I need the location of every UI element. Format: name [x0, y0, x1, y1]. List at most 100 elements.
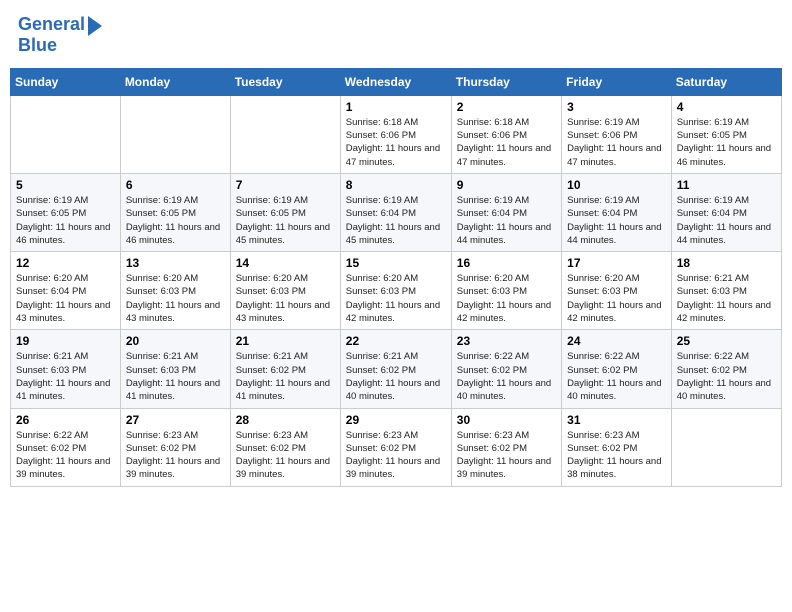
day-number: 30: [457, 413, 556, 427]
calendar-cell: 15Sunrise: 6:20 AMSunset: 6:03 PMDayligh…: [340, 252, 451, 330]
day-number: 16: [457, 256, 556, 270]
calendar-cell: 29Sunrise: 6:23 AMSunset: 6:02 PMDayligh…: [340, 408, 451, 486]
day-info: Sunrise: 6:19 AMSunset: 6:04 PMDaylight:…: [567, 194, 666, 247]
day-info: Sunrise: 6:19 AMSunset: 6:05 PMDaylight:…: [677, 116, 776, 169]
calendar-cell: 14 Sunrise: 6:20 AMSunset: 6:03 PMDayligh…: [230, 252, 340, 330]
day-number: 25: [677, 334, 776, 348]
day-number: 26: [16, 413, 115, 427]
calendar-cell: [11, 95, 121, 173]
day-info: Sunrise: 6:23 AMSunset: 6:02 PMDaylight:…: [567, 429, 666, 482]
day-info: Sunrise: 6:22 AMSunset: 6:02 PMDaylight:…: [567, 350, 666, 403]
calendar-cell: 4Sunrise: 6:19 AMSunset: 6:05 PMDaylight…: [671, 95, 781, 173]
day-number: 3: [567, 100, 666, 114]
day-number: 19: [16, 334, 115, 348]
calendar-cell: 2 Sunrise: 6:18 AMSunset: 6:06 PMDaylight…: [451, 95, 561, 173]
calendar-cell: 25 Sunrise: 6:22 AMSunset: 6:02 PMDayligh…: [671, 330, 781, 408]
calendar-cell: 19 Sunrise: 6:21 AMSunset: 6:03 PMDayligh…: [11, 330, 121, 408]
logo: General Blue: [18, 14, 102, 56]
weekday-header-wednesday: Wednesday: [340, 68, 451, 95]
calendar-week-row: 5 Sunrise: 6:19 AMSunset: 6:05 PMDaylight…: [11, 173, 782, 251]
day-number: 7: [236, 178, 335, 192]
day-info: Sunrise: 6:22 AMSunset: 6:02 PMDaylight:…: [457, 350, 556, 403]
day-number: 18: [677, 256, 776, 270]
day-number: 27: [126, 413, 225, 427]
day-info: Sunrise: 6:19 AMSunset: 6:04 PMDaylight:…: [677, 194, 776, 247]
calendar-week-row: 12 Sunrise: 6:20 AMSunset: 6:04 PMDayligh…: [11, 252, 782, 330]
day-info: Sunrise: 6:18 AMSunset: 6:06 PMDaylight:…: [457, 116, 556, 169]
calendar-cell: 16Sunrise: 6:20 AMSunset: 6:03 PMDayligh…: [451, 252, 561, 330]
calendar-cell: 12 Sunrise: 6:20 AMSunset: 6:04 PMDayligh…: [11, 252, 121, 330]
day-info: Sunrise: 6:19 AMSunset: 6:05 PMDaylight:…: [236, 194, 335, 247]
day-number: 31: [567, 413, 666, 427]
calendar-cell: 24 Sunrise: 6:22 AMSunset: 6:02 PMDayligh…: [562, 330, 672, 408]
day-number: 10: [567, 178, 666, 192]
calendar-cell: 18 Sunrise: 6:21 AMSunset: 6:03 PMDayligh…: [671, 252, 781, 330]
day-info: Sunrise: 6:22 AMSunset: 6:02 PMDaylight:…: [16, 429, 115, 482]
day-info: Sunrise: 6:21 AMSunset: 6:03 PMDaylight:…: [126, 350, 225, 403]
day-number: 20: [126, 334, 225, 348]
calendar-cell: 31 Sunrise: 6:23 AMSunset: 6:02 PMDayligh…: [562, 408, 672, 486]
day-number: 2: [457, 100, 556, 114]
day-number: 8: [346, 178, 446, 192]
day-info: Sunrise: 6:21 AMSunset: 6:03 PMDaylight:…: [677, 272, 776, 325]
weekday-header-thursday: Thursday: [451, 68, 561, 95]
weekday-header-sunday: Sunday: [11, 68, 121, 95]
calendar-cell: 21 Sunrise: 6:21 AMSunset: 6:02 PMDayligh…: [230, 330, 340, 408]
day-info: Sunrise: 6:19 AMSunset: 6:06 PMDaylight:…: [567, 116, 666, 169]
day-number: 21: [236, 334, 335, 348]
calendar-cell: 3 Sunrise: 6:19 AMSunset: 6:06 PMDaylight…: [562, 95, 672, 173]
day-number: 17: [567, 256, 666, 270]
calendar-week-row: 1 Sunrise: 6:18 AMSunset: 6:06 PMDaylight…: [11, 95, 782, 173]
logo-text-line1: General: [18, 15, 85, 35]
calendar-cell: 23 Sunrise: 6:22 AMSunset: 6:02 PMDayligh…: [451, 330, 561, 408]
calendar-cell: [230, 95, 340, 173]
calendar-cell: 5 Sunrise: 6:19 AMSunset: 6:05 PMDaylight…: [11, 173, 121, 251]
day-info: Sunrise: 6:19 AMSunset: 6:05 PMDaylight:…: [16, 194, 115, 247]
calendar-cell: 22 Sunrise: 6:21 AMSunset: 6:02 PMDayligh…: [340, 330, 451, 408]
calendar-cell: 26 Sunrise: 6:22 AMSunset: 6:02 PMDayligh…: [11, 408, 121, 486]
day-number: 23: [457, 334, 556, 348]
day-number: 28: [236, 413, 335, 427]
day-info: Sunrise: 6:21 AMSunset: 6:02 PMDaylight:…: [236, 350, 335, 403]
day-info: Sunrise: 6:21 AMSunset: 6:03 PMDaylight:…: [16, 350, 115, 403]
calendar-table: SundayMondayTuesdayWednesdayThursdayFrid…: [10, 68, 782, 487]
calendar-week-row: 26 Sunrise: 6:22 AMSunset: 6:02 PMDayligh…: [11, 408, 782, 486]
day-number: 5: [16, 178, 115, 192]
day-number: 1: [346, 100, 446, 114]
calendar-cell: [671, 408, 781, 486]
calendar-cell: 20 Sunrise: 6:21 AMSunset: 6:03 PMDayligh…: [120, 330, 230, 408]
calendar-week-row: 19 Sunrise: 6:21 AMSunset: 6:03 PMDayligh…: [11, 330, 782, 408]
calendar-cell: 27 Sunrise: 6:23 AMSunset: 6:02 PMDayligh…: [120, 408, 230, 486]
calendar-cell: 7 Sunrise: 6:19 AMSunset: 6:05 PMDaylight…: [230, 173, 340, 251]
day-info: Sunrise: 6:20 AMSunset: 6:03 PMDaylight:…: [236, 272, 335, 325]
calendar-cell: 28 Sunrise: 6:23 AMSunset: 6:02 PMDayligh…: [230, 408, 340, 486]
weekday-header-row: SundayMondayTuesdayWednesdayThursdayFrid…: [11, 68, 782, 95]
day-number: 13: [126, 256, 225, 270]
day-number: 6: [126, 178, 225, 192]
calendar-cell: 9Sunrise: 6:19 AMSunset: 6:04 PMDaylight…: [451, 173, 561, 251]
calendar-cell: 1 Sunrise: 6:18 AMSunset: 6:06 PMDaylight…: [340, 95, 451, 173]
day-number: 29: [346, 413, 446, 427]
calendar-cell: 8Sunrise: 6:19 AMSunset: 6:04 PMDaylight…: [340, 173, 451, 251]
day-number: 22: [346, 334, 446, 348]
day-info: Sunrise: 6:20 AMSunset: 6:04 PMDaylight:…: [16, 272, 115, 325]
weekday-header-friday: Friday: [562, 68, 672, 95]
day-info: Sunrise: 6:20 AMSunset: 6:03 PMDaylight:…: [346, 272, 446, 325]
page-header: General Blue: [10, 10, 782, 60]
calendar-cell: 10 Sunrise: 6:19 AMSunset: 6:04 PMDayligh…: [562, 173, 672, 251]
calendar-cell: 6Sunrise: 6:19 AMSunset: 6:05 PMDaylight…: [120, 173, 230, 251]
day-number: 24: [567, 334, 666, 348]
day-number: 9: [457, 178, 556, 192]
day-number: 12: [16, 256, 115, 270]
calendar-cell: 17Sunrise: 6:20 AMSunset: 6:03 PMDayligh…: [562, 252, 672, 330]
day-info: Sunrise: 6:23 AMSunset: 6:02 PMDaylight:…: [126, 429, 225, 482]
day-info: Sunrise: 6:20 AMSunset: 6:03 PMDaylight:…: [126, 272, 225, 325]
calendar-cell: [120, 95, 230, 173]
day-info: Sunrise: 6:22 AMSunset: 6:02 PMDaylight:…: [677, 350, 776, 403]
day-info: Sunrise: 6:18 AMSunset: 6:06 PMDaylight:…: [346, 116, 446, 169]
day-info: Sunrise: 6:23 AMSunset: 6:02 PMDaylight:…: [236, 429, 335, 482]
day-number: 14: [236, 256, 335, 270]
logo-text-line2: Blue: [18, 36, 102, 56]
calendar-cell: 30Sunrise: 6:23 AMSunset: 6:02 PMDayligh…: [451, 408, 561, 486]
day-info: Sunrise: 6:21 AMSunset: 6:02 PMDaylight:…: [346, 350, 446, 403]
